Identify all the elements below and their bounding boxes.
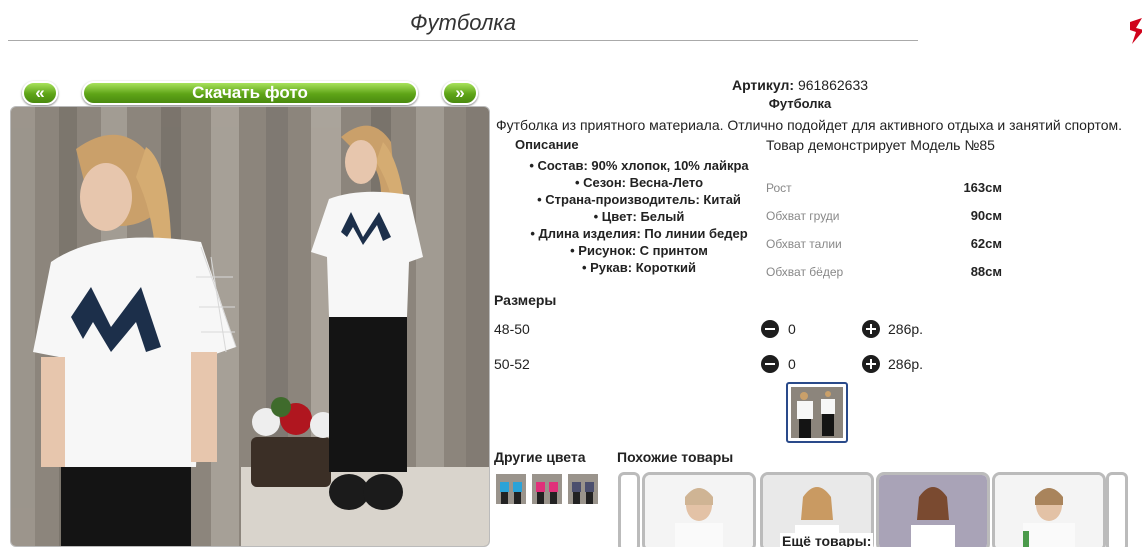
measure-label: Обхват бёдер: [766, 265, 844, 279]
carousel-next-button[interactable]: [1106, 472, 1128, 547]
measure-height: Рост 163см: [766, 179, 1006, 197]
attribute-item: Рукав: Короткий: [500, 259, 778, 276]
main-product-photo[interactable]: [10, 106, 490, 547]
increase-quantity-button[interactable]: [862, 320, 880, 338]
measure-waist: Обхват талии 62см: [766, 235, 1006, 253]
product-name: Футболка: [768, 96, 832, 111]
measure-value: 88см: [970, 264, 1002, 279]
color-variant-thumbnail[interactable]: [568, 474, 598, 504]
sizes-title: Размеры: [494, 292, 557, 308]
corner-logo-icon: [1130, 18, 1142, 44]
measure-label: Обхват талии: [766, 237, 842, 251]
measure-label: Обхват груди: [766, 209, 840, 223]
prev-photo-button[interactable]: «: [22, 81, 58, 105]
size-label: 50-52: [494, 356, 530, 372]
similar-goods-title: Похожие товары: [617, 449, 734, 465]
attribute-item: Рисунок: С принтом: [500, 242, 778, 259]
measure-value: 90см: [970, 208, 1002, 223]
measure-value: 163см: [963, 180, 1002, 195]
color-variant-thumbnail[interactable]: [496, 474, 526, 504]
download-photo-button[interactable]: Скачать фото: [82, 81, 418, 105]
measure-label: Рост: [766, 181, 792, 195]
color-variant-thumbnail[interactable]: [532, 474, 562, 504]
size-price: 286р.: [888, 356, 924, 372]
attribute-item: Цвет: Белый: [500, 208, 778, 225]
product-thumbnail[interactable]: [786, 382, 848, 443]
article-label: Артикул:: [731, 77, 795, 93]
description-title: Описание: [515, 137, 579, 152]
more-goods-label: Ещё товары:: [780, 533, 874, 547]
similar-product-card[interactable]: [876, 472, 990, 547]
attribute-item: Состав: 90% хлопок, 10% лайкра: [500, 157, 778, 174]
carousel-prev-button[interactable]: [618, 472, 640, 547]
similar-product-card[interactable]: [992, 472, 1106, 547]
quantity-value: 0: [788, 356, 796, 372]
similar-product-card[interactable]: [642, 472, 756, 547]
size-label: 48-50: [494, 321, 530, 337]
article-value: 961862633: [797, 77, 869, 93]
attribute-item: Длина изделия: По линии бедер: [500, 225, 778, 242]
attribute-item: Сезон: Весна-Лето: [500, 174, 778, 191]
size-price: 286р.: [888, 321, 924, 337]
next-photo-button[interactable]: »: [442, 81, 478, 105]
attribute-list: Состав: 90% хлопок, 10% лайкра Сезон: Ве…: [500, 157, 778, 276]
increase-quantity-button[interactable]: [862, 355, 880, 373]
quantity-value: 0: [788, 321, 796, 337]
product-description: Футболка из приятного материала. Отлично…: [496, 117, 1123, 133]
measure-hips: Обхват бёдер 88см: [766, 263, 1006, 281]
measure-value: 62см: [970, 236, 1002, 251]
attribute-item: Страна-производитель: Китай: [500, 191, 778, 208]
decrease-quantity-button[interactable]: [761, 320, 779, 338]
title-divider: [8, 40, 918, 41]
measure-chest: Обхват груди 90см: [766, 207, 1006, 225]
size-row: 48-50 0 286р.: [494, 320, 954, 340]
page-title: Футболка: [410, 10, 516, 35]
decrease-quantity-button[interactable]: [761, 355, 779, 373]
article-line: Артикул: 961862633: [600, 77, 1000, 93]
size-row: 50-52 0 286р.: [494, 355, 954, 375]
other-colors-title: Другие цвета: [494, 449, 586, 465]
model-title: Товар демонстрирует Модель №85: [766, 137, 995, 153]
